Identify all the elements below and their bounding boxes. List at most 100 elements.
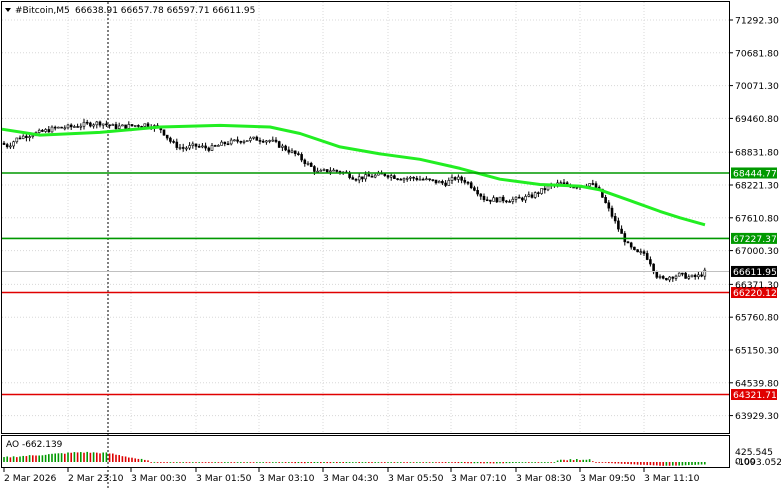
ao-bar bbox=[515, 462, 517, 463]
ao-bar bbox=[214, 462, 216, 463]
ao-bar bbox=[44, 454, 47, 462]
ao-bar bbox=[64, 453, 66, 462]
level-price-label: 67227.37 bbox=[733, 234, 777, 245]
ao-bar bbox=[179, 462, 181, 463]
ao-bar bbox=[659, 462, 661, 466]
ao-bar bbox=[409, 462, 412, 463]
ao-bar bbox=[656, 462, 658, 466]
ao-bar bbox=[681, 462, 684, 466]
ao-bar bbox=[345, 462, 348, 463]
ao-bar bbox=[454, 462, 456, 463]
ao-bar bbox=[336, 462, 338, 464]
ao-bar bbox=[182, 462, 184, 463]
ao-bar bbox=[419, 462, 421, 463]
price-tick-label: 69460.80 bbox=[735, 114, 779, 125]
time-tick-label: 3 Mar 09:50 bbox=[580, 473, 636, 484]
ao-bar bbox=[256, 462, 258, 463]
ao-bar bbox=[611, 462, 613, 464]
ao-bar bbox=[483, 462, 485, 464]
ao-bar bbox=[230, 462, 232, 463]
candle bbox=[495, 197, 499, 204]
ao-bar bbox=[12, 456, 15, 462]
time-tick-label: 3 Mar 07:10 bbox=[451, 473, 507, 484]
ao-bar bbox=[646, 462, 648, 466]
ao-bar bbox=[102, 452, 104, 462]
time-tick-label: 3 Mar 05:50 bbox=[388, 473, 444, 484]
ao-bar bbox=[617, 462, 620, 464]
time-tick-label: 3 Mar 04:30 bbox=[323, 473, 379, 484]
ao-bar bbox=[192, 462, 194, 463]
ao-bar bbox=[412, 462, 415, 463]
ao-bar bbox=[217, 462, 220, 463]
ao-bar bbox=[502, 462, 504, 464]
ao-bar bbox=[582, 459, 584, 462]
ao-bar bbox=[512, 462, 514, 463]
price-tick-label: 68831.80 bbox=[735, 148, 779, 159]
ao-bar bbox=[521, 462, 524, 463]
price-axis[interactable]: 71292.30 70681.80 70071.30 69460.80 68831.80… bbox=[729, 16, 779, 423]
price-tick-label: 63929.30 bbox=[735, 411, 779, 422]
ao-bar bbox=[22, 455, 24, 462]
ao-bar bbox=[569, 459, 572, 462]
ao-bar bbox=[416, 462, 418, 463]
ao-bar bbox=[25, 456, 28, 462]
ao-bar bbox=[601, 462, 604, 463]
ao-bar bbox=[320, 462, 322, 464]
ao-bar bbox=[428, 462, 431, 463]
ao-bar bbox=[633, 462, 636, 465]
chart-symbol: #Bitcoin,M5 bbox=[15, 6, 70, 16]
ao-bar bbox=[310, 462, 312, 464]
time-tick-label: 3 Mar 00:30 bbox=[131, 473, 187, 484]
ao-bar bbox=[518, 462, 520, 463]
price-tick-label: 66371.30 bbox=[735, 280, 779, 291]
ao-bar bbox=[220, 462, 223, 463]
ao-bar bbox=[598, 462, 600, 463]
ao-bar bbox=[9, 457, 12, 462]
ao-bar bbox=[156, 462, 159, 463]
ao-bar bbox=[233, 462, 236, 463]
ao-bar bbox=[592, 461, 594, 463]
ao-bar bbox=[540, 462, 543, 463]
ao-bar bbox=[390, 462, 392, 463]
chart-ohlc: 66638.91 66657.78 66597.71 66611.95 bbox=[75, 6, 255, 16]
ao-bar bbox=[624, 462, 626, 464]
ao-bar bbox=[51, 453, 53, 462]
ao-bar bbox=[265, 462, 268, 463]
ao-bar bbox=[553, 462, 556, 463]
ao-bar bbox=[204, 462, 207, 463]
ao-bar bbox=[172, 462, 175, 463]
ao-bar bbox=[563, 459, 565, 462]
ao-bar bbox=[464, 462, 466, 464]
ao-bar bbox=[457, 462, 460, 464]
ao-bar bbox=[524, 462, 527, 463]
ao-bar bbox=[54, 453, 56, 462]
ao-bar bbox=[384, 462, 386, 463]
ao-bar bbox=[678, 462, 680, 466]
ao-bar bbox=[704, 462, 706, 465]
ao-bar bbox=[544, 462, 546, 463]
ao-bar bbox=[118, 455, 120, 462]
ao-bar bbox=[99, 453, 101, 462]
ao-bar bbox=[153, 461, 156, 463]
ao-bar bbox=[672, 462, 674, 466]
candle bbox=[245, 140, 249, 142]
candle bbox=[540, 188, 543, 195]
ao-bar bbox=[556, 460, 559, 462]
ao-bar bbox=[566, 460, 568, 462]
candle bbox=[57, 126, 60, 129]
ao-bar bbox=[694, 462, 696, 465]
ao-bar bbox=[403, 462, 405, 463]
ao-bar bbox=[435, 462, 437, 463]
ao-bar bbox=[294, 462, 296, 464]
ao-bar bbox=[473, 462, 476, 464]
ao-bar bbox=[348, 462, 351, 463]
ao-bar bbox=[208, 462, 210, 463]
ao-bar bbox=[400, 462, 402, 463]
ao-bar bbox=[361, 462, 364, 463]
level-price-label: 68444.77 bbox=[733, 168, 777, 179]
ao-bar bbox=[185, 462, 188, 463]
chart-window[interactable]: #Bitcoin,M5 66638.91 66657.78 66597.71 6… bbox=[0, 0, 781, 489]
ao-bar bbox=[393, 462, 396, 463]
ao-bar bbox=[448, 462, 450, 463]
ao-bar bbox=[537, 462, 540, 463]
